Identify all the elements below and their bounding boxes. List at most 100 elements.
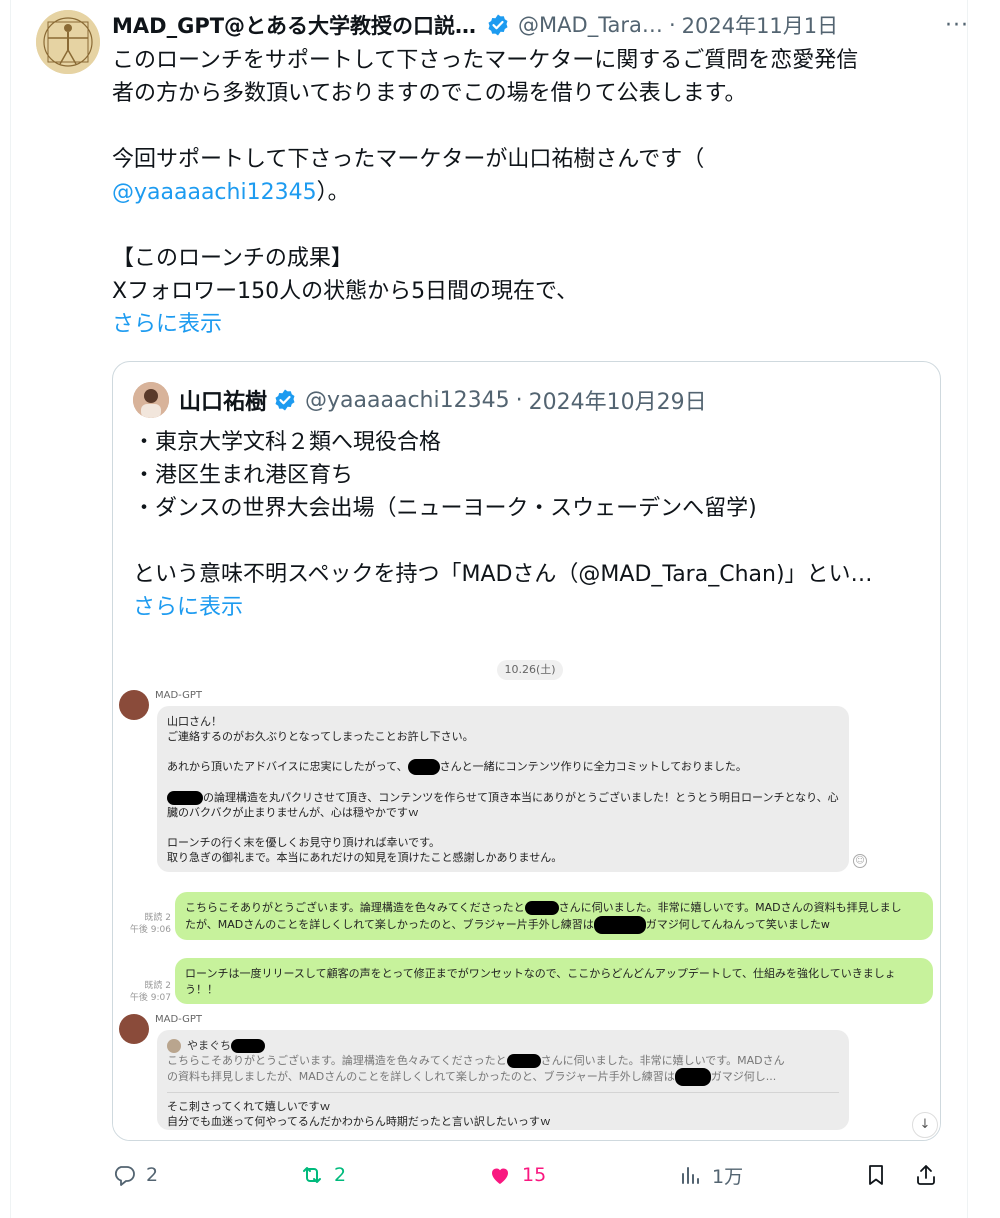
tweet-line [112, 110, 942, 143]
chat-text: ガマジ何し... [710, 1070, 777, 1083]
author-handle[interactable]: @MAD_Tara… [518, 13, 663, 37]
reply-icon [115, 1166, 135, 1186]
views-count: 1万 [712, 1165, 744, 1188]
quoted-line: ・港区生まれ港区育ち [133, 463, 354, 488]
reply-count: 2 [146, 1164, 159, 1186]
redaction-mark [524, 901, 559, 915]
views-chart-icon [682, 1167, 699, 1184]
chat-line: ローンチは一度リリースして顧客の声をとって修正までがワンセットなので、ここからど… [185, 967, 896, 980]
like-button[interactable]: 15 [488, 1156, 546, 1194]
redaction-mark [674, 1068, 711, 1086]
chat-line: 山口さん！ [167, 715, 222, 728]
chat-text: さんに伺いました。非常に嬉しいです。MADさん [540, 1054, 785, 1067]
chat-message-incoming: 山口さん！ ご連絡するのがお久ぶりとなってしまったことお許し下さい。 あれから頂… [157, 706, 849, 872]
share-icon [917, 1165, 935, 1185]
chat-text: たが、MADさんのことを詳しくしれて楽しかったのと、ブラジャー片手外し練習は [185, 918, 594, 931]
scroll-down-arrow-icon[interactable]: ↓ [912, 1112, 938, 1138]
quoted-line: ・ダンスの世界大会出場（ニューヨーク・スウェーデンへ留学) [133, 496, 757, 521]
chat-text: の資料も拝見しましたが、MADさんのことを詳しくしれて楽しかったのと、ブラジャー… [167, 1070, 675, 1083]
chat-line: 取り急ぎの御礼まで。本当にあれだけの知見を頂けたこと感謝しかありません。 [167, 851, 563, 864]
chat-text: さんと一緒にコンテンツ作りに全力コミットしておりました。 [439, 760, 747, 773]
views-button[interactable]: 1万 [678, 1156, 743, 1194]
author-avatar[interactable] [36, 10, 100, 74]
chat-line [167, 775, 839, 790]
chat-line: こちらこそありがとうございます。論理構造を色々みてくださったと さんに伺いました。… [185, 900, 923, 916]
tweet-line: 今回サポートして下さったマーケターが山口祐樹さんです（ [112, 147, 705, 172]
quoted-author-name[interactable]: 山口祐樹 [179, 384, 267, 416]
repost-button[interactable]: 2 [300, 1156, 346, 1194]
reaction-smile-icon[interactable]: ☺ [853, 854, 867, 868]
quoted-avatar-icon [167, 1039, 181, 1053]
chat-line: 自分でも血迷って何やってるんだかわからん時期だったと言い訳したいっすｗ [167, 1115, 551, 1128]
quoted-avatar[interactable] [133, 382, 169, 418]
tweet-line: このローンチをサポートして下さったマーケターに関するご質問を恋愛発信 [112, 48, 859, 73]
quoted-line: という意味不明スペックを持つ「MADさん（@MAD_Tara_Chan)」とい… [133, 562, 873, 587]
message-time: 午後 9:06 [129, 925, 171, 935]
quoted-sender: やまぐち [187, 1039, 231, 1052]
author-name[interactable]: MAD_GPT@とある大学教授の口説… [112, 10, 476, 40]
chat-line [167, 820, 839, 835]
read-receipt: 既読 2 午後 9:07 [127, 980, 171, 1004]
verified-badge-icon [275, 389, 295, 411]
chat-text: ガマジ何してんねんって笑いましたw [645, 918, 830, 931]
chat-quoted-reply: やまぐち こちらこそありがとうございます。論理構造を色々みてくださったと さんに伺… [167, 1038, 839, 1093]
tweet-actions: 2 2 15 1万 [108, 1156, 948, 1194]
chat-message-outgoing: ローンチは一度リリースして顧客の声をとって修正までがワンセットなので、ここからど… [175, 958, 933, 1004]
share-button[interactable] [914, 1156, 938, 1194]
tweet-date[interactable]: 2024年11月1日 [682, 10, 839, 40]
show-more-link[interactable]: さらに表示 [112, 308, 942, 341]
tweet-text: このローンチをサポートして下さったマーケターに関するご質問を恋愛発信 者の方から… [112, 44, 942, 341]
more-options-icon[interactable]: ··· [942, 10, 972, 40]
read-status: 既読 2 [144, 981, 171, 991]
chat-sender-name: MAD-GPT [155, 690, 203, 701]
quoted-separator: · [515, 387, 523, 413]
quoted-tweet[interactable]: 山口祐樹 @yaaaaachi12345 · 2024年10月29日 ・東京大学… [112, 361, 941, 1141]
tweet-header: MAD_GPT@とある大学教授の口説… @MAD_Tara… · 2024年11… [112, 10, 952, 40]
chat-line: ご連絡するのがお久ぶりとなってしまったことお許し下さい。 [167, 730, 474, 743]
like-count: 15 [522, 1164, 547, 1186]
chat-line: ローンチの行く末を優しくお見守り頂ければ幸いです。 [167, 836, 441, 849]
read-receipt: 既読 2 午後 9:06 [127, 912, 171, 936]
bookmark-button[interactable] [864, 1156, 888, 1194]
chat-line: あれから頂いたアドバイスに忠実にしたがって、 さんと一緒にコンテンツ作りに全力コミ… [167, 759, 839, 775]
message-time: 午後 9:07 [129, 993, 171, 1003]
chat-text: さんに伺いました。非常に嬉しいです。MADさんの資料も拝見しまし [558, 901, 902, 914]
redaction-mark [506, 1054, 541, 1068]
mention-suffix: ）。 [316, 180, 350, 205]
quoted-show-more-link[interactable]: さらに表示 [133, 591, 923, 624]
quoted-header: 山口祐樹 @yaaaaachi12345 · 2024年10月29日 [133, 382, 707, 418]
reply-button[interactable]: 2 [112, 1156, 158, 1194]
redaction-mark [407, 759, 440, 775]
chat-line: の資料も拝見しましたが、MADさんのことを詳しくしれて楽しかったのと、ブラジャー… [167, 1068, 839, 1086]
chat-text: こちらこそありがとうございます。論理構造を色々みてくださったと [185, 901, 525, 914]
quoted-author-handle[interactable]: @yaaaaachi12345 [305, 388, 510, 413]
chat-text: こちらこそありがとうございます。論理構造を色々みてくださったと [167, 1054, 507, 1067]
quoted-date[interactable]: 2024年10月29日 [529, 384, 707, 416]
quoted-line: ・東京大学文科２類へ現役合格 [133, 430, 442, 455]
quoted-text: ・東京大学文科２類へ現役合格 ・港区生まれ港区育ち ・ダンスの世界大会出場（ニュ… [133, 426, 923, 624]
chat-line: やまぐち [167, 1038, 839, 1053]
chat-screenshot[interactable]: 10.26(土) MAD-GPT 山口さん！ ご連絡するのがお久ぶりとなってしま… [113, 650, 940, 1140]
vitruvian-man-avatar-icon [36, 10, 100, 74]
chat-date-pill: 10.26(土) [497, 660, 563, 680]
bookmark-icon [869, 1165, 883, 1185]
tweet-line [112, 209, 942, 242]
chat-line: う！！ [185, 983, 218, 996]
person-avatar-icon [133, 382, 169, 418]
heart-icon [492, 1168, 508, 1184]
tweet-line: Xフォロワー150人の状態から5日間の現在で、 [112, 279, 579, 304]
repost-icon [303, 1167, 321, 1183]
chat-text: の論理構造を丸パクリさせて頂き、コンテンツを作らせて頂き本当にありがとうございま… [203, 791, 839, 804]
chat-message-outgoing: こちらこそありがとうございます。論理構造を色々みてくださったと さんに伺いました。… [175, 892, 933, 940]
chat-line: たが、MADさんのことを詳しくしれて楽しかったのと、ブラジャー片手外し練習は ガマ… [185, 916, 923, 934]
chat-line: の論理構造を丸パクリさせて頂き、コンテンツを作らせて頂き本当にありがとうございま… [167, 790, 839, 805]
mention-link[interactable]: @yaaaaachi12345 [112, 180, 317, 205]
tweet-line: 【このローンチの成果】 [112, 246, 353, 271]
repost-count: 2 [334, 1164, 347, 1186]
chat-line: そこ刺さってくれて嬉しいですｗ [167, 1100, 331, 1113]
chat-avatar-mad-gpt [119, 1014, 149, 1044]
verified-badge-icon [488, 14, 508, 36]
redaction-mark [593, 916, 646, 934]
chat-message-incoming-reply: やまぐち こちらこそありがとうございます。論理構造を色々みてくださったと さんに伺… [157, 1030, 849, 1130]
redaction-mark [167, 791, 203, 805]
